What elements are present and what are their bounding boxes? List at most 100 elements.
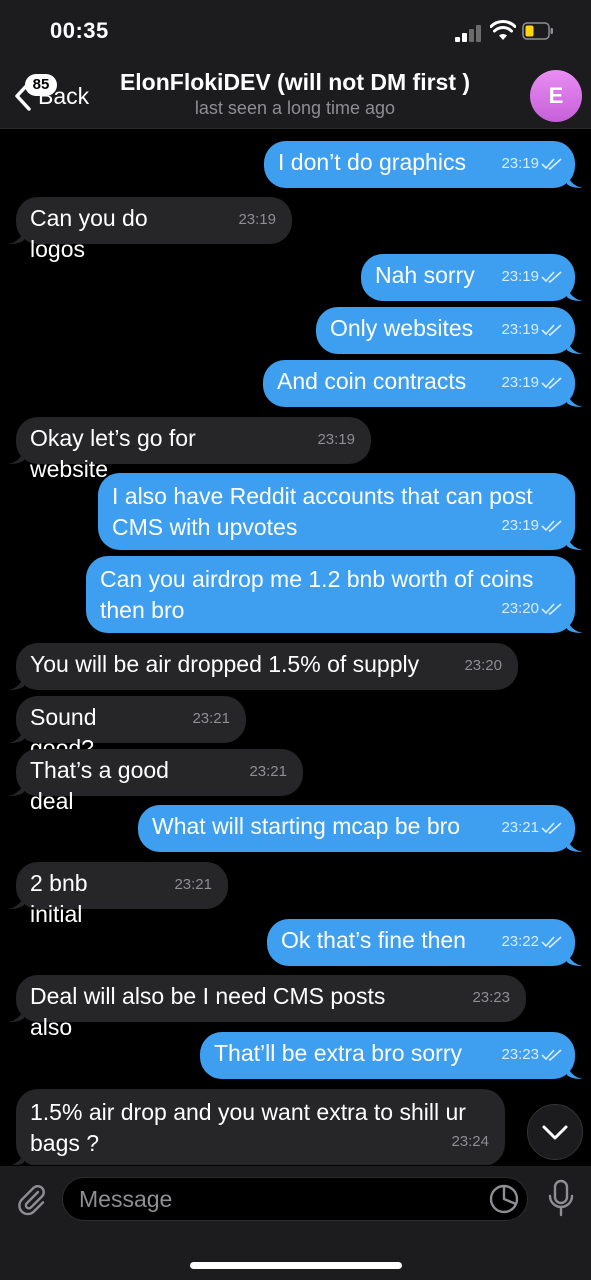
message-meta: 23:19	[501, 148, 563, 179]
message-time: 23:19	[501, 321, 539, 338]
home-indicator	[190, 1262, 402, 1269]
message-time: 23:19	[501, 268, 539, 285]
message-time: 23:19	[501, 374, 539, 391]
outgoing-message[interactable]: I also have Reddit accounts that can pos…	[98, 473, 575, 550]
incoming-message[interactable]: You will be air dropped 1.5% of supply 23…	[16, 643, 518, 690]
message-meta: 23:24	[451, 1126, 489, 1157]
message-meta: 23:19	[238, 204, 276, 235]
double-check-icon	[541, 822, 562, 835]
chat-title[interactable]: ElonFlokiDEV (will not DM first )	[100, 69, 490, 96]
message-meta: 23:19	[501, 510, 563, 541]
message-time: 23:21	[249, 763, 287, 780]
bubble-tail	[567, 1065, 583, 1079]
message-time: 23:22	[501, 933, 539, 950]
message-meta: 23:19	[501, 314, 563, 345]
double-check-icon	[541, 1049, 562, 1062]
bubble-tail	[8, 895, 24, 909]
message-meta: 23:20	[464, 650, 502, 681]
double-check-icon	[541, 520, 562, 533]
message-meta: 23:23	[501, 1039, 563, 1070]
message-meta: 23:19	[501, 261, 563, 292]
message-time: 23:23	[472, 989, 510, 1006]
message-text: You will be air dropped 1.5% of supply	[30, 651, 420, 677]
double-check-icon	[541, 324, 562, 337]
bubble-tail	[567, 838, 583, 852]
bubble-tail	[8, 450, 24, 464]
message-time: 23:19	[501, 155, 539, 172]
outgoing-message[interactable]: And coin contracts 23:19	[263, 360, 575, 407]
message-text: 1.5% air drop and you want extra to shil…	[30, 1099, 466, 1156]
message-time: 23:21	[501, 819, 539, 836]
incoming-message[interactable]: 2 bnb initial 23:21	[16, 862, 228, 927]
double-check-icon	[541, 271, 562, 284]
last-seen-status: last seen a long time ago	[194, 98, 396, 118]
message-meta: 23:20	[501, 593, 563, 624]
message-input[interactable]	[62, 1177, 528, 1221]
incoming-message[interactable]: Deal will also be I need CMS posts also 2…	[16, 975, 526, 1040]
paperclip-icon[interactable]	[14, 1182, 48, 1216]
bubble-tail	[8, 782, 24, 796]
bubble-tail	[567, 287, 583, 301]
incoming-message[interactable]: That’s a good deal 23:21	[16, 749, 303, 814]
message-meta: 23:19	[501, 367, 563, 398]
bubble-tail	[567, 619, 583, 633]
message-time: 23:19	[238, 211, 276, 228]
message-meta: 23:19	[317, 424, 355, 455]
message-meta: 23:21	[192, 703, 230, 734]
bubble-tail	[11, 1152, 24, 1165]
incoming-message[interactable]: Okay let’s go for website 23:19	[16, 417, 371, 482]
message-time: 23:23	[501, 1046, 539, 1063]
bubble-tail	[567, 393, 583, 407]
message-text: Can you airdrop me 1.2 bnb worth of coin…	[100, 566, 534, 623]
chevron-down-icon	[542, 1125, 568, 1140]
outgoing-message[interactable]: That’ll be extra bro sorry 23:23	[200, 1032, 575, 1079]
status-bar: 00:35	[0, 0, 591, 62]
bubble-tail	[8, 230, 24, 244]
message-time: 23:19	[501, 517, 539, 534]
incoming-message[interactable]: Can you do logos 23:19	[16, 197, 292, 262]
outgoing-message[interactable]: Can you airdrop me 1.2 bnb worth of coin…	[86, 556, 575, 633]
bubble-tail	[567, 174, 583, 188]
message-time: 23:20	[501, 600, 539, 617]
chat-header: Back 85 ElonFlokiDEV (will not DM first …	[0, 62, 591, 129]
double-check-icon	[541, 936, 562, 949]
double-check-icon	[541, 603, 562, 616]
unread-count-badge: 85	[25, 74, 57, 96]
status-time: 00:35	[50, 18, 109, 43]
outgoing-message[interactable]: Nah sorry 23:19	[361, 254, 575, 301]
battery-icon	[522, 22, 553, 40]
bubble-tail	[567, 536, 583, 550]
message-time: 23:21	[192, 710, 230, 727]
cellular-signal-icon	[455, 24, 483, 42]
bubble-tail	[8, 676, 24, 690]
outgoing-message[interactable]: Ok that’s fine then 23:22	[267, 919, 575, 966]
message-meta: 23:23	[472, 982, 510, 1013]
scroll-down-button[interactable]	[527, 1104, 583, 1160]
bubble-tail	[8, 729, 24, 743]
composer-bar	[0, 1166, 591, 1280]
bubble-tail	[567, 340, 583, 354]
incoming-message[interactable]: Sound good? 23:21	[16, 696, 246, 761]
outgoing-message[interactable]: Only websites 23:19	[316, 307, 575, 354]
message-time: 23:19	[317, 431, 355, 448]
microphone-icon[interactable]	[546, 1179, 576, 1219]
outgoing-message[interactable]: I don’t do graphics 23:19	[264, 141, 575, 188]
bubble-tail	[567, 952, 583, 966]
message-text: What will starting mcap be bro	[152, 813, 461, 839]
outgoing-message[interactable]: What will starting mcap be bro 23:21	[138, 805, 575, 852]
message-meta: 23:21	[249, 756, 287, 787]
message-time: 23:20	[464, 657, 502, 674]
message-time: 23:24	[451, 1133, 489, 1150]
message-time: 23:21	[174, 876, 212, 893]
back-button[interactable]: Back 85	[8, 72, 108, 116]
avatar[interactable]: E	[530, 70, 582, 122]
wifi-icon	[490, 20, 516, 40]
message-list[interactable]: I don’t do graphics 23:19 Can you do logos…	[0, 129, 591, 1165]
bubble-tail	[8, 1008, 24, 1022]
incoming-message[interactable]: 1.5% air drop and you want extra to shil…	[16, 1089, 505, 1165]
message-meta: 23:21	[174, 869, 212, 900]
double-check-icon	[541, 158, 562, 171]
message-text: I also have Reddit accounts that can pos…	[112, 483, 533, 540]
sticker-icon[interactable]	[488, 1183, 520, 1215]
double-check-icon	[541, 377, 562, 390]
